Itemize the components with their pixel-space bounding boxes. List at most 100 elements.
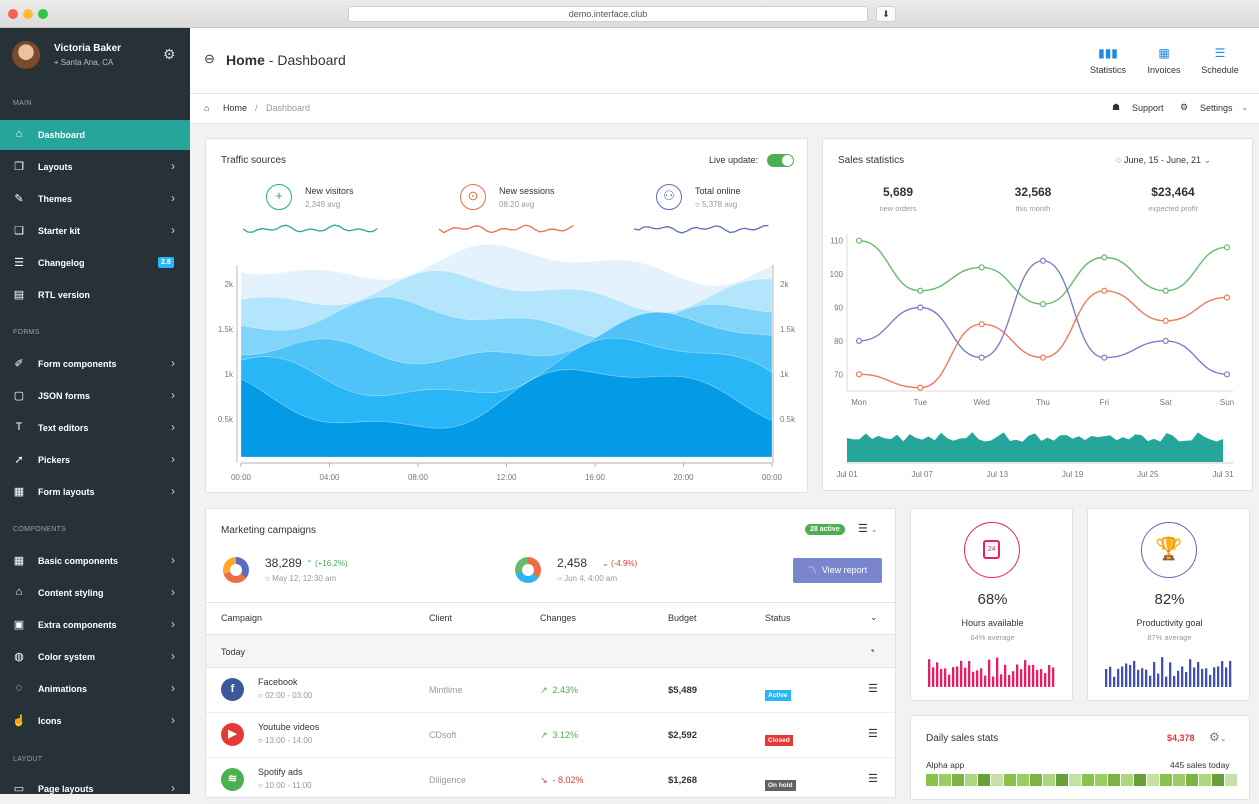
sidebar-item-dashboard[interactable]: ⌂ Dashboard (0, 120, 190, 150)
heat-cell (952, 774, 964, 786)
invoices-button[interactable]: ▦ Invoices (1134, 46, 1194, 75)
sidebar-item-color-system[interactable]: ◍ Color system › (0, 642, 190, 672)
column-header[interactable]: Status (765, 613, 791, 623)
paint-icon: ⌂ (15, 586, 23, 598)
sidebar-item-page-layouts[interactable]: ▭ Page layouts › (0, 774, 190, 804)
sidebar-item-json-forms[interactable]: ▢ JSON forms › (0, 381, 190, 411)
avatar[interactable] (12, 41, 40, 69)
sidebar-item-rtl-version[interactable]: ▤ RTL version (0, 280, 190, 310)
youtube-logo-icon: ▶ (221, 723, 244, 746)
table-row[interactable]: ≋ Spotify ads ○ 10:00 - 11:00 Diligence … (206, 758, 895, 803)
chevron-right-icon: › (171, 585, 175, 599)
row-menu-icon[interactable]: ☰ (868, 772, 878, 785)
download-icon[interactable]: ⬇ (876, 6, 896, 22)
heat-cell (1082, 774, 1094, 786)
row-menu-icon[interactable]: ☰ (868, 727, 878, 740)
traffic-sources-card: Traffic sources Live update: + New visit… (205, 138, 808, 493)
sidebar-item-label: Animations (38, 684, 88, 694)
table-row[interactable]: ▶ Youtube videos ○ 13:00 - 14:00 CDsoft … (206, 713, 895, 758)
sidebar-item-text-editors[interactable]: T Text editors › (0, 413, 190, 443)
spark-bar (1225, 667, 1228, 687)
column-header[interactable]: Budget (668, 613, 697, 623)
table-row[interactable]: f Facebook ○ 02:00 - 03:00 Mintlime ↗ 2.… (206, 668, 895, 713)
kpi-change: ⌄ (-4.9%) (602, 559, 638, 568)
sidebar-item-label: Starter kit (38, 226, 81, 236)
sidebar-item-form-layouts[interactable]: ▦ Form layouts › (0, 477, 190, 507)
area-x-tick: Jul 07 (912, 470, 934, 479)
maximize-window-button[interactable] (38, 9, 48, 19)
sidebar-item-content-styling[interactable]: ⌂ Content styling › (0, 578, 190, 608)
sidebar-item-layouts[interactable]: ❐ Layouts › (0, 152, 190, 182)
marketing-title: Marketing campaigns (221, 525, 317, 536)
menu-icon[interactable]: ☰ ⌄ (858, 522, 878, 535)
sidebar-item-label: Themes (38, 194, 73, 204)
row-menu-icon[interactable]: ☰ (868, 682, 878, 695)
chevron-right-icon: › (171, 484, 175, 498)
column-header[interactable]: Campaign (221, 613, 262, 623)
palette-icon: ✎ (14, 193, 24, 205)
sales-data-point (1162, 287, 1169, 294)
sidebar-item-starter-kit[interactable]: ❏ Starter kit › (0, 216, 190, 246)
spark-bar (1161, 657, 1164, 687)
heat-cell (1095, 774, 1107, 786)
sidebar-item-label: Layouts (38, 162, 73, 172)
sidebar-item-extra-components[interactable]: ▣ Extra components › (0, 610, 190, 640)
sidebar-item-pickers[interactable]: ➚ Pickers › (0, 445, 190, 475)
view-report-button[interactable]: 〽 View report (793, 558, 882, 583)
spark-bar (928, 659, 931, 687)
productivity-value: 82% (1154, 591, 1185, 608)
calculator-icon: ▦ (1158, 46, 1170, 60)
home-icon: ⌂ (204, 103, 210, 113)
heat-cell (978, 774, 990, 786)
spark-bar (1052, 667, 1055, 687)
spark-bar (1113, 676, 1116, 687)
sidebar-item-icons[interactable]: ☝ Icons › (0, 706, 190, 736)
campaign-name[interactable]: Youtube videos (258, 722, 319, 732)
y-tick-label: 2k (225, 280, 234, 289)
sales-data-point (917, 287, 924, 294)
settings-dropdown[interactable]: Settings (1200, 103, 1233, 113)
x-tick-label: 04:00 (319, 473, 340, 482)
daily-settings-icon[interactable]: ⚙⌄ (1209, 730, 1226, 744)
pie-chart-icon[interactable]: ◔ (868, 644, 875, 658)
sidebar-item-basic-components[interactable]: ▦ Basic components › (0, 546, 190, 576)
close-window-button[interactable] (8, 9, 18, 19)
sidebar-item-changelog[interactable]: ☰ Changelog 2.8 (0, 248, 190, 278)
sales-data-point (1039, 257, 1047, 264)
campaign-name[interactable]: Facebook (258, 677, 298, 687)
minimize-window-button[interactable] (23, 9, 33, 19)
chevron-down-icon[interactable]: ⌄ (870, 612, 878, 623)
sales-area-sparkline (847, 432, 1223, 462)
schedule-button[interactable]: ☰ Schedule (1190, 46, 1250, 75)
sales-data-point (1039, 301, 1047, 308)
sidebar-item-label: Dashboard (38, 130, 86, 140)
breadcrumb-home[interactable]: Home (223, 103, 247, 113)
gear-icon[interactable]: ⚙ (163, 46, 176, 63)
spark-bar (1149, 675, 1152, 687)
productivity-card: 🏆 82% Productivity goal 87% average (1087, 508, 1250, 701)
daily-sales-card: Daily sales stats $4,378 ⚙⌄ Alpha app 44… (910, 715, 1250, 800)
spark-bar (996, 657, 999, 687)
sales-series-line (858, 239, 1228, 305)
column-header[interactable]: Client (429, 613, 452, 623)
heat-cell (1121, 774, 1133, 786)
column-header[interactable]: Changes (540, 613, 576, 623)
spark-bar (1000, 674, 1003, 687)
sidebar-item-form-components[interactable]: ✐ Form components › (0, 349, 190, 379)
address-bar[interactable]: demo.interface.club (348, 6, 868, 22)
sidebar-item-themes[interactable]: ✎ Themes › (0, 184, 190, 214)
sidebar-item-animations[interactable]: ◌ Animations › (0, 674, 190, 704)
statistics-button[interactable]: ▮▮▮ Statistics (1078, 46, 1138, 75)
sidebar-item-label: Form components (38, 359, 117, 369)
support-link[interactable]: Support (1132, 103, 1164, 113)
heat-cell (1108, 774, 1120, 786)
layout-icon: ▦ (13, 486, 25, 498)
traffic-stream-chart: 2k 2k 1.5k 1.5k 1k 1k 0.5k 0.5k 00:00 04:00 08:00 1… (218, 224, 796, 482)
spark-bar (968, 661, 971, 687)
sales-y-tick: 90 (834, 303, 843, 312)
spark-bar (1008, 674, 1011, 687)
back-arrow-icon[interactable]: ⊖ (204, 51, 215, 67)
campaign-name[interactable]: Spotify ads (258, 767, 303, 777)
nav-section-main: MAIN (13, 100, 32, 107)
sales-data-point (917, 304, 924, 311)
